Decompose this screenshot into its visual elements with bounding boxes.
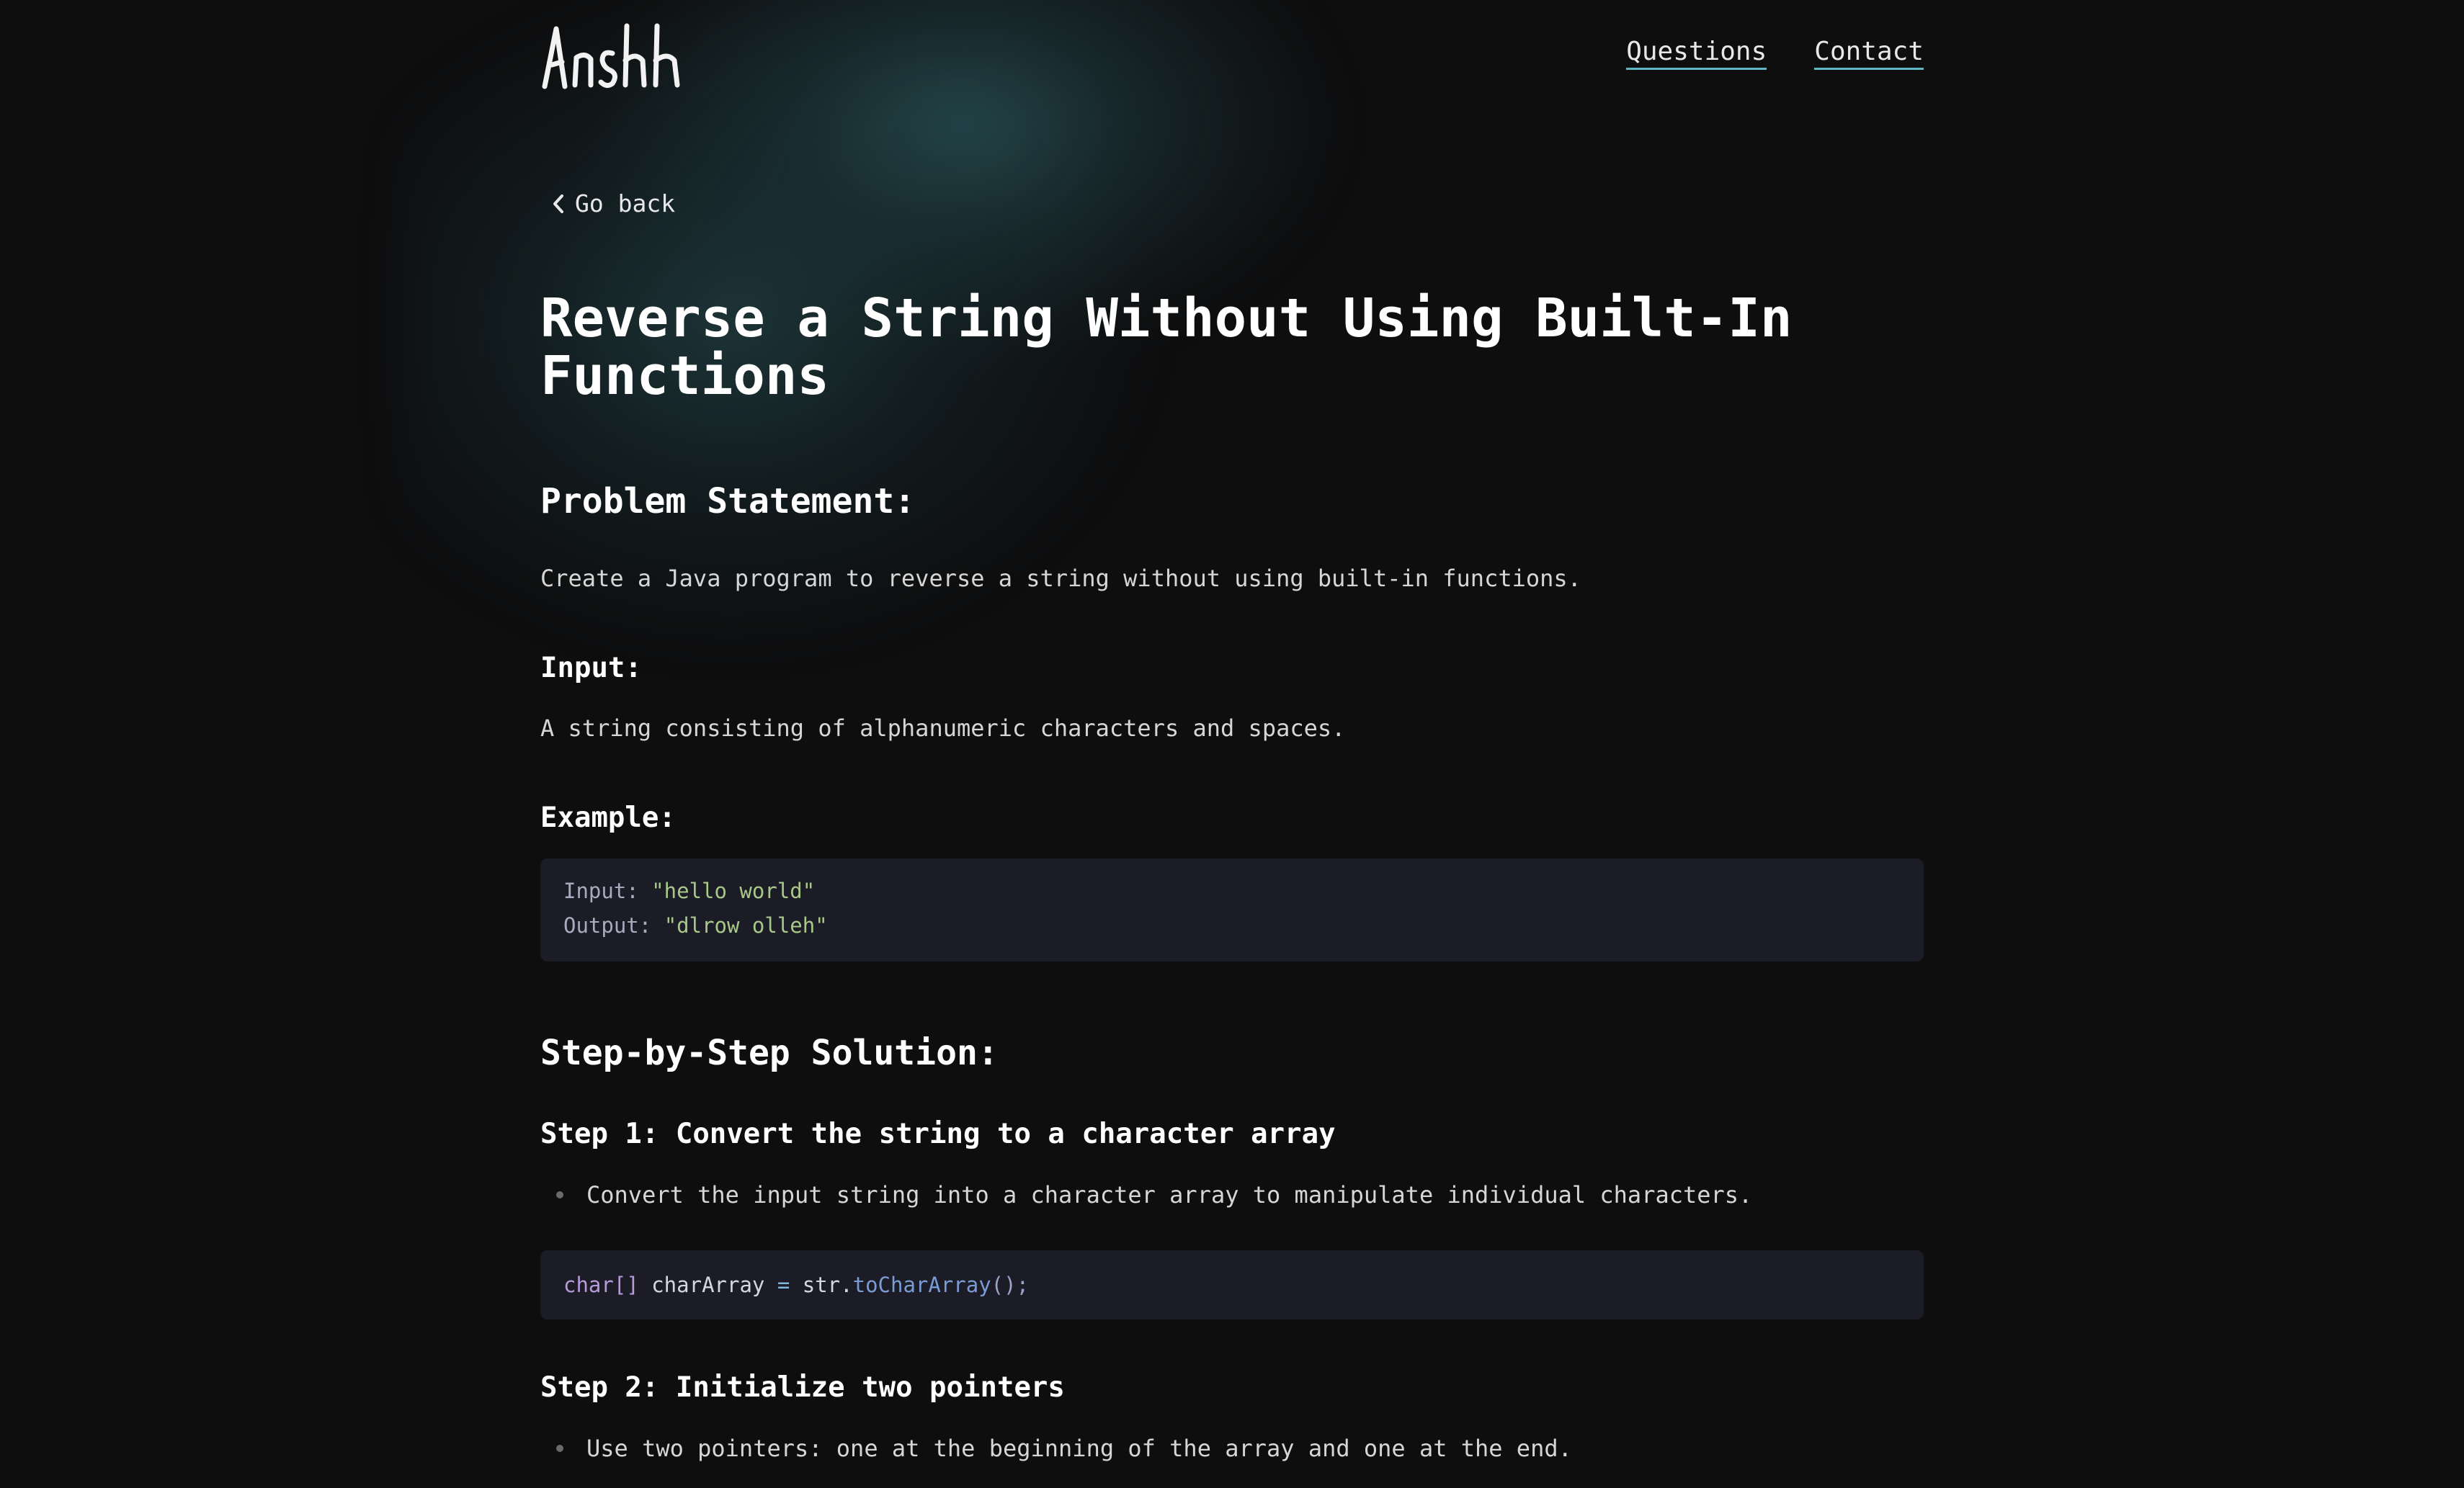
site-logo[interactable] (540, 20, 692, 92)
step-2-heading: Step 2: Initialize two pointers (540, 1371, 1065, 1404)
problem-text: Create a Java program to reverse a strin… (540, 565, 1581, 592)
article-title: Reverse a String Without Using Built-In … (540, 287, 1793, 407)
page-container: Questions Contact Go back Reverse a Stri… (540, 0, 1924, 1462)
solution-heading: Step-by-Step Solution: (540, 1033, 999, 1073)
example-heading: Example: (540, 802, 676, 834)
go-back-link[interactable]: Go back (550, 189, 675, 218)
problem-heading: Problem Statement: (540, 481, 916, 521)
nav-link-contact[interactable]: Contact (1814, 37, 1924, 70)
input-heading: Input: (540, 652, 642, 684)
chevron-left-icon (553, 194, 563, 213)
input-text: A string consisting of alphanumeric char… (540, 714, 1346, 742)
bullet-dot (556, 1191, 563, 1198)
bullet-dot (556, 1445, 563, 1452)
step-1-heading: Step 1: Convert the string to a characte… (540, 1118, 1336, 1150)
step-1-code-block: char[] charArray = str.toCharArray(); (540, 1250, 1924, 1319)
example-output-line: Output: "dlrow olleh" (563, 913, 828, 938)
nav-link-questions[interactable]: Questions (1626, 37, 1767, 70)
step-2-bullet: Use two pointers: one at the beginning o… (540, 1433, 1572, 1464)
step-1-bullet-text: Convert the input string into a characte… (586, 1181, 1753, 1209)
go-back-label: Go back (575, 189, 676, 218)
example-input-line: Input: "hello world" (563, 879, 816, 903)
step-1-bullet: Convert the input string into a characte… (540, 1179, 1752, 1211)
main-nav: Questions Contact (1626, 37, 1924, 70)
example-code-block: Input: "hello world" Output: "dlrow olle… (540, 859, 1924, 962)
step-2-bullet-text: Use two pointers: one at the beginning o… (586, 1435, 1572, 1462)
step-1-code-line: char[] charArray = str.toCharArray(); (563, 1273, 1030, 1297)
site-header: Questions Contact (540, 0, 1924, 108)
